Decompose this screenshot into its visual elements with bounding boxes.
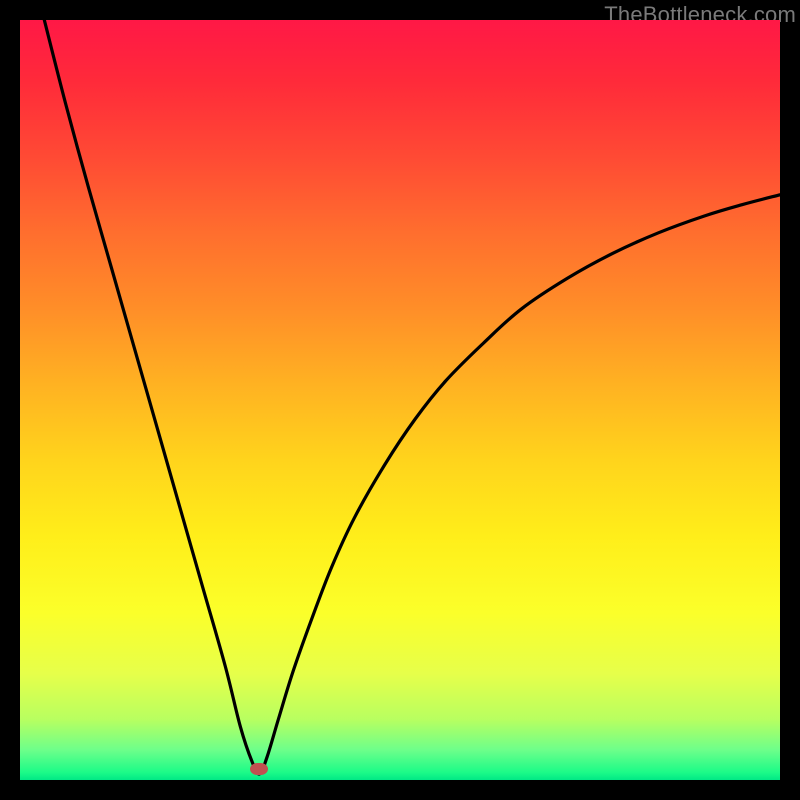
data-curve bbox=[20, 20, 780, 780]
minimum-marker bbox=[250, 763, 268, 775]
chart-container: TheBottleneck.com bbox=[0, 0, 800, 800]
plot-area bbox=[20, 20, 780, 780]
